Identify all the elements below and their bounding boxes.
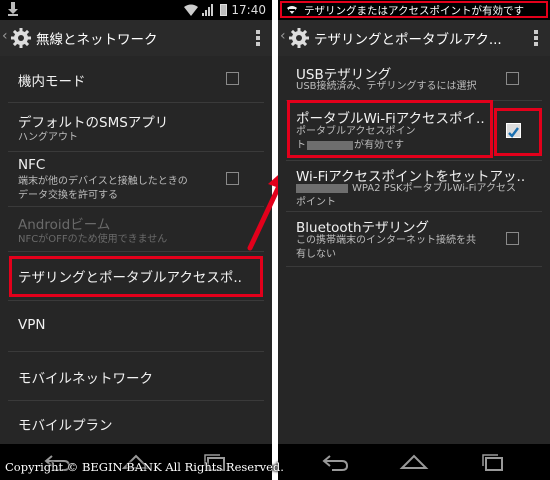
wifi-icon xyxy=(184,4,199,16)
battery-icon xyxy=(220,4,228,16)
overflow-menu-icon[interactable] xyxy=(256,30,260,46)
bluetooth-tethering-checkbox[interactable] xyxy=(506,232,519,245)
action-bar: ‹ 無線とネットワーク xyxy=(0,20,272,56)
back-caret-icon[interactable]: ‹ xyxy=(2,28,8,44)
item-summary-line1: この携帯端末のインターネット接続を共 xyxy=(296,235,476,246)
hotspot-title-highlight xyxy=(287,100,493,158)
usb-tethering-item[interactable]: USBテザリング USB接続済み、テザリングするには選択 xyxy=(278,56,550,98)
android-beam-item: Androidビーム NFCがOFFのため使用できません xyxy=(0,207,272,251)
back-icon[interactable] xyxy=(320,452,350,472)
tethering-highlight xyxy=(9,256,263,297)
setup-wifi-hotspot-item[interactable]: Wi-Fiアクセスポイントをセットアッ.. WPA2 PSKポータブルWi-Fi… xyxy=(278,161,550,211)
item-title: Bluetoothテザリング xyxy=(296,220,430,236)
settings-list: 機内モード デフォルトのSMSアプリ ハングアウト NFC 端末が他のデバイスと… xyxy=(0,56,272,444)
airplane-mode-item[interactable]: 機内モード xyxy=(0,56,272,102)
right-screen: テザリングまたはアクセスポイントが有効です ‹ テザリングとポータブルアク...… xyxy=(278,0,550,480)
nfc-item[interactable]: NFC 端末が他のデバイスと接触したときの データ交換を許可する xyxy=(0,152,272,206)
action-bar: ‹ テザリングとポータブルアク... xyxy=(278,20,550,56)
item-title: デフォルトのSMSアプリ xyxy=(18,115,169,131)
settings-gear-icon[interactable] xyxy=(10,27,32,49)
vpn-item[interactable]: VPN xyxy=(0,301,272,351)
overflow-menu-icon[interactable] xyxy=(534,30,538,46)
home-icon[interactable] xyxy=(399,452,429,472)
item-summary-line1: WPA2 PSKポータブルWi-Fiアクセス xyxy=(296,182,516,196)
settings-gear-icon[interactable] xyxy=(288,27,310,49)
bluetooth-tethering-item[interactable]: Bluetoothテザリング この携帯端末のインターネット接続を共 有しない xyxy=(278,212,550,266)
airplane-mode-checkbox[interactable] xyxy=(226,72,239,85)
status-bar: 17:40 xyxy=(0,0,272,20)
mobile-network-item[interactable]: モバイルネットワーク xyxy=(0,352,272,400)
item-summary-line2: データ交換を許可する xyxy=(18,190,118,201)
signal-icon xyxy=(202,4,216,16)
redacted-ssid xyxy=(296,183,348,193)
item-title: Androidビーム xyxy=(18,217,111,233)
copyright-notice: Copyright © BEGIN BANK All Rights Reserv… xyxy=(5,460,284,474)
notification-text: テザリングまたはアクセスポイントが有効です xyxy=(304,5,524,17)
back-caret-icon[interactable]: ‹ xyxy=(280,28,286,44)
item-summary: NFCがOFFのため使用できません xyxy=(18,234,168,245)
page-title: 無線とネットワーク xyxy=(36,32,158,48)
mobile-plan-item[interactable]: モバイルプラン xyxy=(0,401,272,444)
page-title: テザリングとポータブルアク... xyxy=(314,32,502,48)
item-title: モバイルネットワーク xyxy=(18,371,153,387)
item-summary: ハングアウト xyxy=(18,132,78,143)
tethering-list: USBテザリング USB接続済み、テザリングするには選択 ポータブルWi-Fiア… xyxy=(278,56,550,444)
item-summary: USB接続済み、テザリングするには選択 xyxy=(296,81,477,92)
hotspot-icon xyxy=(287,6,297,14)
item-title: 機内モード xyxy=(18,74,86,90)
divider xyxy=(286,266,542,267)
left-screen: 17:40 ‹ 無線とネットワーク 機内モード デフォルトのSMSアプリ ハング… xyxy=(0,0,272,480)
item-summary-line1: 端末が他のデバイスと接触したときの xyxy=(18,176,188,187)
notification-bar: テザリングまたはアクセスポイントが有効です xyxy=(278,0,550,20)
item-summary-line2: ポイント xyxy=(296,197,336,208)
default-sms-app-item[interactable]: デフォルトのSMSアプリ ハングアウト xyxy=(0,103,272,151)
recent-apps-icon[interactable] xyxy=(478,452,508,472)
hotspot-checkbox-highlight xyxy=(494,108,542,156)
clock: 17:40 xyxy=(231,3,266,17)
download-icon xyxy=(8,2,18,16)
item-title: モバイルプラン xyxy=(18,418,113,434)
item-title: NFC xyxy=(18,157,46,173)
navigation-bar xyxy=(278,444,550,480)
item-title: VPN xyxy=(18,317,46,333)
usb-tethering-checkbox[interactable] xyxy=(506,72,519,85)
item-summary-line2: 有しない xyxy=(296,249,336,260)
